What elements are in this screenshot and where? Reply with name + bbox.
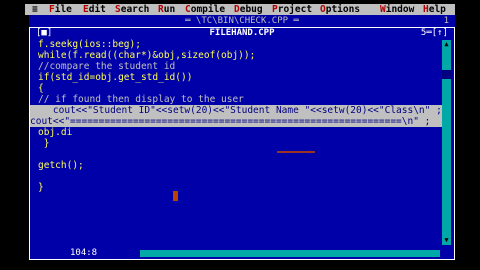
editor-title: FILEHAND.CPP xyxy=(204,28,280,38)
text-cursor-block xyxy=(173,191,178,201)
menu-run[interactable]: Run xyxy=(158,4,175,15)
code-line[interactable]: while(f.read((char*)&obj,sizeof(obj)); xyxy=(38,50,255,61)
code-line-selected[interactable]: cout<<"Student ID"<<setw(20)<<"Student N… xyxy=(30,105,444,116)
cursor-position: 104:8 xyxy=(70,248,98,258)
scroll-thumb[interactable] xyxy=(442,70,451,79)
code-line-selected[interactable]: cout<<"=================================… xyxy=(30,116,444,127)
background-window-check-cpp[interactable]: ═ \TC\BIN\CHECK.CPP ═ 1 xyxy=(29,15,455,27)
background-window-number: 1 xyxy=(443,16,449,26)
menu-file[interactable]: File xyxy=(49,4,72,15)
scroll-down-arrow-icon[interactable]: ▼ xyxy=(442,236,451,245)
code-line-comment[interactable]: //compare the student id xyxy=(38,61,175,72)
editor-window-filehand-cpp[interactable]: [■] FILEHAND.CPP 5═[↑] f.seekg(ios::beg)… xyxy=(29,27,455,260)
system-menu-icon[interactable]: ≡ xyxy=(32,4,38,15)
editor-status-line: 104:8 xyxy=(30,248,454,259)
horizontal-scrollbar[interactable] xyxy=(140,250,440,257)
background-window-title: ═ \TC\BIN\CHECK.CPP ═ xyxy=(185,16,299,26)
menu-debug[interactable]: Debug xyxy=(234,4,263,15)
window-zoom-controls[interactable]: 5═[↑] xyxy=(421,28,448,39)
code-line[interactable]: } xyxy=(38,138,50,149)
vertical-scrollbar[interactable]: ▲ ▼ xyxy=(442,40,451,245)
menu-window[interactable]: Window xyxy=(380,4,414,15)
scroll-up-arrow-icon[interactable]: ▲ xyxy=(442,40,451,49)
code-area[interactable]: f.seekg(ios::beg); while(f.read((char*)&… xyxy=(30,39,444,249)
menu-options[interactable]: Options xyxy=(320,4,360,15)
code-line[interactable]: getch(); xyxy=(38,160,84,171)
red-marker-line xyxy=(277,151,315,153)
editor-title-bar[interactable]: [■] FILEHAND.CPP 5═[↑] xyxy=(30,28,454,39)
code-line[interactable]: obj.di xyxy=(38,127,72,138)
menu-bar: ≡ File Edit Search Run Compile Debug Pro… xyxy=(25,4,455,15)
code-line-comment[interactable]: // if found then display to the user xyxy=(38,94,244,105)
code-line[interactable]: { xyxy=(38,83,44,94)
menu-project[interactable]: Project xyxy=(272,4,312,15)
menu-compile[interactable]: Compile xyxy=(185,4,225,15)
code-line[interactable]: } xyxy=(38,182,44,193)
code-line[interactable]: f.seekg(ios::beg); xyxy=(38,39,141,50)
menu-search[interactable]: Search xyxy=(115,4,149,15)
menu-help[interactable]: Help xyxy=(423,4,446,15)
menu-edit[interactable]: Edit xyxy=(83,4,106,15)
turbo-cpp-screen: ≡ File Edit Search Run Compile Debug Pro… xyxy=(25,0,455,270)
code-line[interactable]: if(std_id=obj.get_std_id()) xyxy=(38,72,192,83)
